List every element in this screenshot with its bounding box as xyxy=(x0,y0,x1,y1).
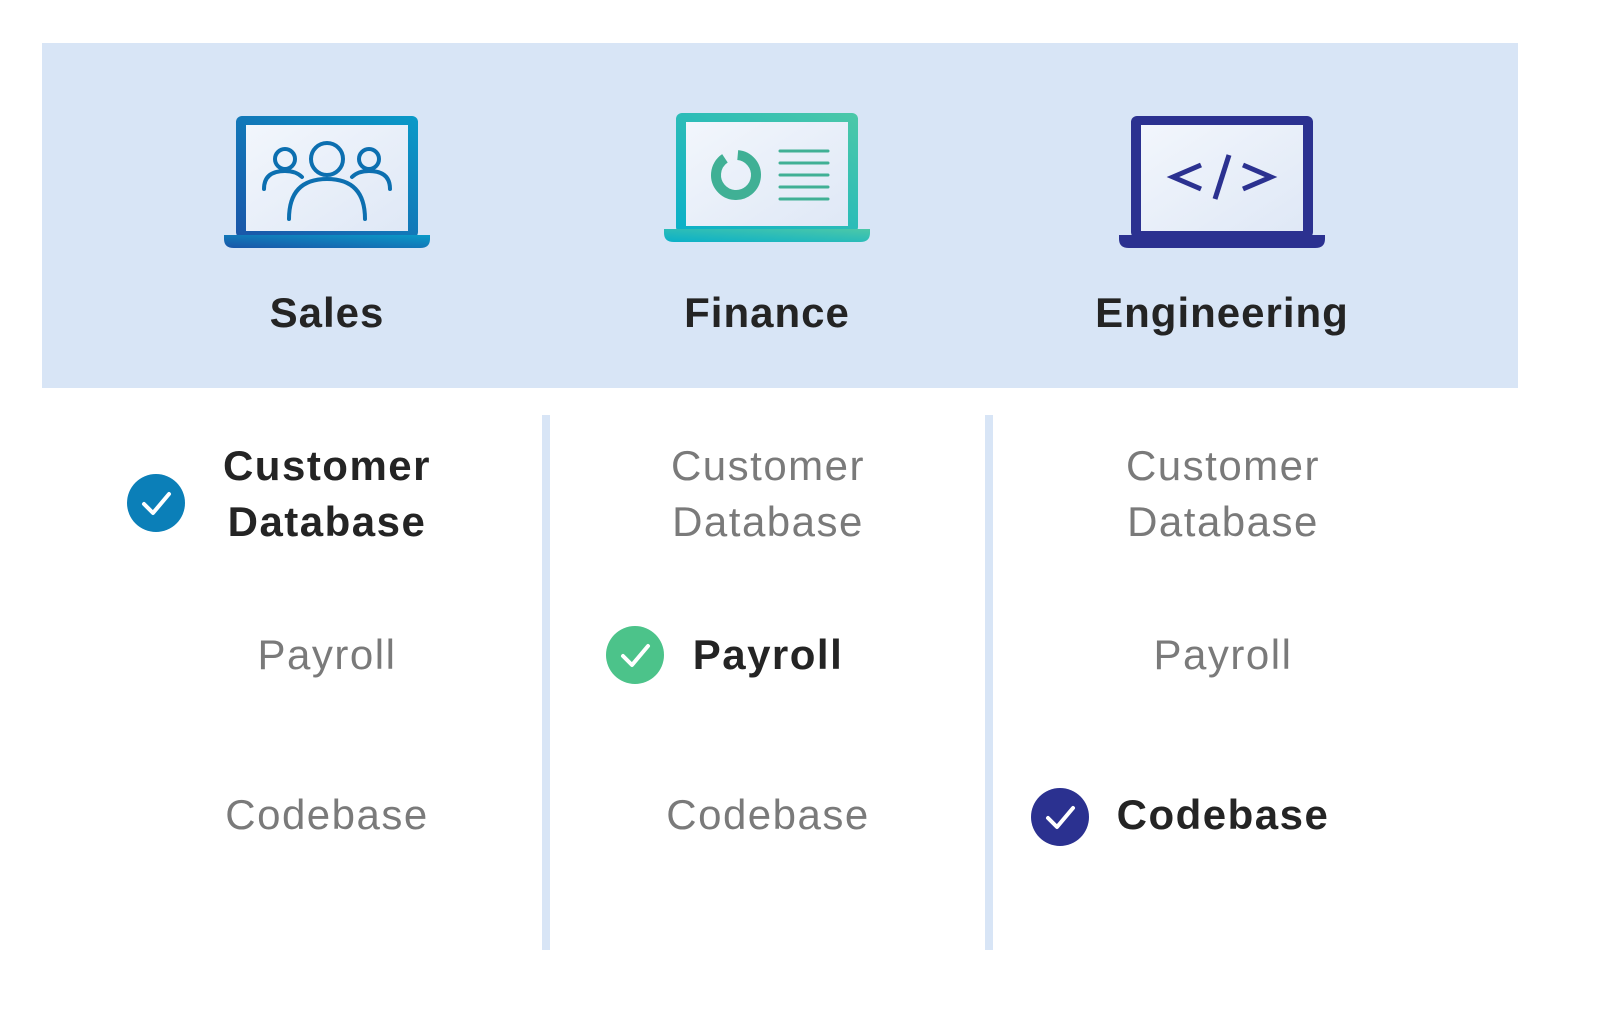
access-item-payroll: Payroll xyxy=(257,631,397,678)
access-item-payroll: Payroll xyxy=(692,631,844,678)
access-item-label: Database xyxy=(227,498,427,545)
access-item-customer-database: Customer Database xyxy=(1003,438,1443,550)
access-item-customer-database: Customer Database xyxy=(107,438,547,550)
access-item-label: Customer xyxy=(1125,442,1321,489)
department-finance: Finance xyxy=(547,43,987,388)
access-item-customer-database: Customer Database xyxy=(548,438,988,550)
access-item-label: Database xyxy=(1127,498,1319,545)
access-item-payroll: Payroll xyxy=(1153,631,1293,678)
laptop-code-icon xyxy=(1119,116,1325,248)
department-title: Engineering xyxy=(1095,289,1349,336)
department-title: Sales xyxy=(269,289,385,336)
access-item-label: Database xyxy=(672,498,864,545)
department-sales: Sales xyxy=(107,43,547,388)
department-title: Finance xyxy=(684,289,850,336)
access-item-codebase: Codebase xyxy=(666,791,870,838)
laptop-report-icon xyxy=(664,113,870,242)
laptop-people-icon xyxy=(224,116,430,248)
access-item-label: Customer xyxy=(670,442,866,489)
department-header: Sales Finance Engineering xyxy=(42,43,1518,388)
department-engineering: Engineering xyxy=(1002,43,1442,388)
access-item-label: Customer xyxy=(222,442,432,489)
access-item-codebase: Codebase xyxy=(225,791,429,838)
access-item-codebase: Codebase xyxy=(1116,791,1330,838)
